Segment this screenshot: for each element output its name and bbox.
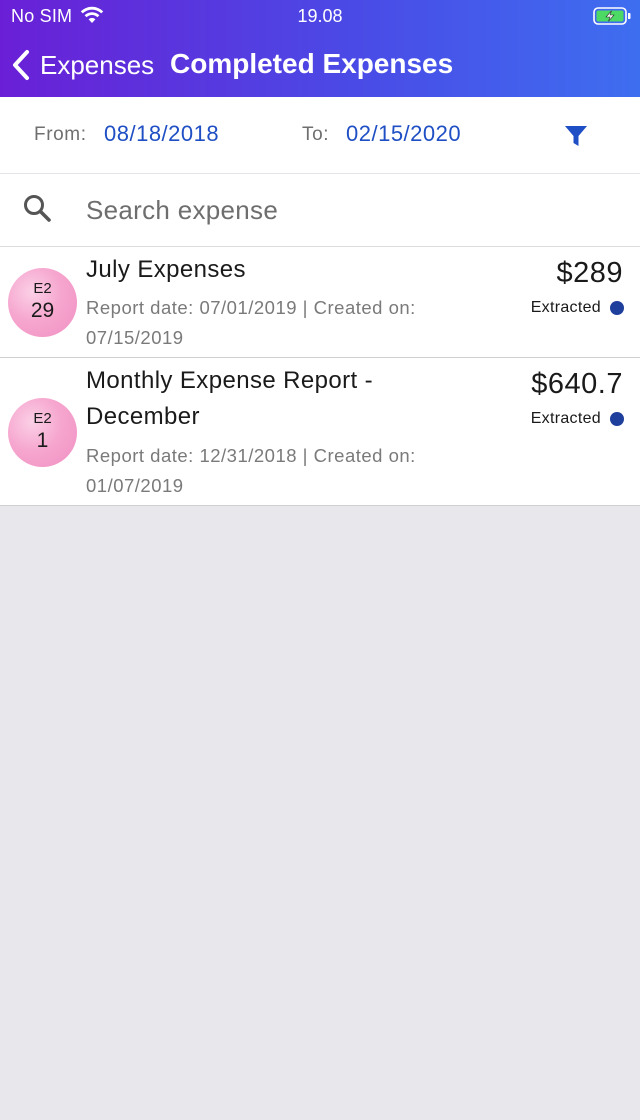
status-badge: Extracted (531, 299, 624, 317)
avatar-day: 1 (36, 429, 49, 452)
from-date-picker[interactable]: 08/18/2018 (104, 121, 219, 147)
search-bar (0, 174, 640, 247)
search-input[interactable] (86, 188, 606, 232)
expense-dates: Report date: 07/01/2019 | Created on: 07… (86, 297, 416, 348)
chevron-left-icon (13, 50, 29, 80)
filter-icon[interactable] (564, 124, 588, 148)
date-filter-bar: From: 08/18/2018 To: 02/15/2020 (0, 97, 640, 174)
expense-amount: $640.7 (531, 368, 623, 400)
expense-dates: Report date: 12/31/2018 | Created on: 01… (86, 445, 416, 496)
expense-row[interactable]: E2 1 Monthly Expense Report - December R… (0, 358, 640, 506)
navigation-bar: Expenses Completed Expenses (0, 34, 640, 97)
app-header: No SIM 19.08 Expenses Completed Expenses (0, 0, 640, 97)
avatar-code: E2 (33, 280, 52, 297)
status-label: Extracted (530, 299, 601, 316)
status-dot-icon (610, 412, 624, 426)
expense-title: Monthly Expense Report - December (86, 367, 374, 430)
expense-list: E2 29 July Expenses Report date: 07/01/2… (0, 247, 640, 506)
status-badge: Extracted (531, 410, 624, 428)
to-label: To: (302, 124, 330, 145)
back-button[interactable]: Expenses (10, 47, 154, 83)
expense-avatar: E2 1 (8, 398, 77, 467)
avatar-day: 29 (30, 299, 55, 322)
expense-amount: $289 (556, 257, 623, 289)
avatar-code: E2 (33, 410, 52, 427)
back-button-label: Expenses (40, 49, 155, 80)
expense-row[interactable]: E2 29 July Expenses Report date: 07/01/2… (0, 247, 640, 358)
expense-avatar: E2 29 (8, 268, 77, 337)
expense-title: July Expenses (86, 256, 246, 283)
status-bar: No SIM 19.08 (0, 0, 640, 34)
from-label: From: (34, 124, 87, 145)
battery-charging-icon (593, 7, 631, 25)
clock-time: 19.08 (297, 6, 343, 26)
status-label: Extracted (530, 410, 601, 427)
page-title: Completed Expenses (170, 48, 454, 79)
status-dot-icon (610, 301, 624, 315)
search-icon (24, 195, 51, 222)
to-date-picker[interactable]: 02/15/2020 (346, 121, 461, 147)
